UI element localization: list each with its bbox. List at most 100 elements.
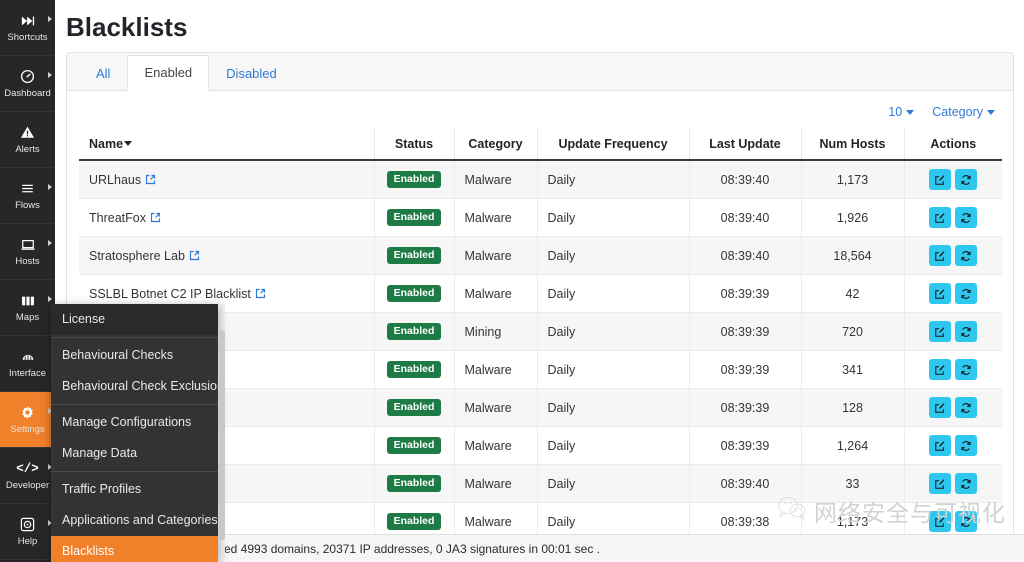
flyout-scrollbar-thumb[interactable] xyxy=(219,330,225,540)
column-header-category[interactable]: Category xyxy=(454,129,538,161)
help-icon xyxy=(20,517,35,533)
sidebar-item-label: Dashboard xyxy=(4,87,51,99)
column-header-label: Update Frequency xyxy=(558,137,668,151)
cell-status: Enabled xyxy=(374,236,455,275)
column-header-name[interactable]: Name xyxy=(79,129,375,161)
cell-update-frequency: Daily xyxy=(537,350,690,389)
refresh-button[interactable] xyxy=(955,473,978,494)
app-window: Shortcuts Dashboard Alerts Flows Hosts Maps In… xyxy=(0,0,1024,562)
refresh-button[interactable] xyxy=(955,169,978,190)
column-header-num-hosts[interactable]: Num Hosts xyxy=(801,129,905,161)
edit-button[interactable] xyxy=(929,511,952,532)
column-header-status[interactable]: Status xyxy=(374,129,455,161)
external-link-icon[interactable] xyxy=(189,250,200,261)
menu-item-behavioural-check-exclusions[interactable]: Behavioural Check Exclusions xyxy=(51,371,218,402)
cell-update-frequency: Daily xyxy=(537,312,690,351)
sidebar-item-label: Maps xyxy=(15,311,40,323)
status-badge: Enabled xyxy=(386,285,442,302)
chevron-right-icon xyxy=(48,16,52,22)
status-badge: Enabled xyxy=(386,361,442,378)
column-header-label: Actions xyxy=(930,137,977,151)
cell-update-frequency: Daily xyxy=(537,236,690,275)
edit-button[interactable] xyxy=(929,321,952,342)
refresh-button[interactable] xyxy=(955,359,978,380)
cell-last-update: 08:39:39 xyxy=(689,274,802,313)
menu-item-manage-data[interactable]: Manage Data xyxy=(51,438,218,469)
sidebar-item-alerts[interactable]: Alerts xyxy=(0,112,55,168)
tab-disabled[interactable]: Disabled xyxy=(209,56,294,91)
page-size-dropdown[interactable]: 10 xyxy=(888,105,915,119)
cell-status: Enabled xyxy=(374,312,455,351)
sidebar-item-developer[interactable]: </> Developer xyxy=(0,448,55,504)
cell-actions xyxy=(904,464,1002,503)
menu-separator xyxy=(51,471,218,472)
category-filter-dropdown[interactable]: Category xyxy=(932,105,995,119)
main-sidebar: Shortcuts Dashboard Alerts Flows Hosts Maps In… xyxy=(0,0,55,562)
sidebar-item-hosts[interactable]: Hosts xyxy=(0,224,55,280)
sidebar-item-label: Hosts xyxy=(15,255,40,267)
sidebar-item-dashboard[interactable]: Dashboard xyxy=(0,56,55,112)
table-row[interactable]: URLhaus Enabled Malware Daily 08:39:40 1,173 xyxy=(79,160,1002,199)
edit-button[interactable] xyxy=(929,473,952,494)
cell-category: Malware xyxy=(454,464,538,503)
tab-enabled[interactable]: Enabled xyxy=(127,55,210,91)
menu-item-traffic-profiles[interactable]: Traffic Profiles xyxy=(51,474,218,505)
cell-num-hosts: 42 xyxy=(801,274,905,313)
edit-button[interactable] xyxy=(929,245,952,266)
cell-category: Malware xyxy=(454,426,538,465)
settings-flyout-menu: License Behavioural Checks Behavioural Che… xyxy=(51,304,218,562)
cell-num-hosts: 18,564 xyxy=(801,236,905,275)
cell-actions xyxy=(904,236,1002,275)
sidebar-item-flows[interactable]: Flows xyxy=(0,168,55,224)
refresh-button[interactable] xyxy=(955,321,978,342)
edit-button[interactable] xyxy=(929,207,952,228)
blacklist-name: Stratosphere Lab xyxy=(89,248,185,263)
column-header-label: Name xyxy=(89,137,124,151)
cell-category: Malware xyxy=(454,388,538,427)
sidebar-item-settings[interactable]: Settings xyxy=(0,392,55,448)
column-header-last-update[interactable]: Last Update xyxy=(689,129,802,161)
edit-button[interactable] xyxy=(929,435,952,456)
column-header-update-frequency[interactable]: Update Frequency xyxy=(537,129,690,161)
refresh-button[interactable] xyxy=(955,435,978,456)
tab-all[interactable]: All xyxy=(79,56,127,91)
blacklist-name: ThreatFox xyxy=(89,210,146,225)
gear-icon xyxy=(20,405,35,421)
sidebar-item-label: Interface xyxy=(9,367,46,379)
column-header-actions[interactable]: Actions xyxy=(904,129,1002,161)
menu-item-blacklists[interactable]: Blacklists xyxy=(51,536,218,562)
external-link-icon[interactable] xyxy=(145,174,156,185)
menu-item-applications-and-categories[interactable]: Applications and Categories xyxy=(51,505,218,536)
refresh-button[interactable] xyxy=(955,207,978,228)
cell-category: Mining xyxy=(454,312,538,351)
cell-update-frequency: Daily xyxy=(537,198,690,237)
refresh-button[interactable] xyxy=(955,511,978,532)
refresh-button[interactable] xyxy=(955,397,978,418)
filter-tabs: All Enabled Disabled xyxy=(79,52,294,91)
category-filter-label: Category xyxy=(932,105,983,119)
table-row[interactable]: Stratosphere Lab Enabled Malware Daily 08:39… xyxy=(79,236,1002,275)
sidebar-item-interface[interactable]: Interface xyxy=(0,336,55,392)
menu-item-manage-configurations[interactable]: Manage Configurations xyxy=(51,407,218,438)
chevron-right-icon xyxy=(48,240,52,246)
sidebar-item-help[interactable]: Help xyxy=(0,504,55,560)
sidebar-item-shortcuts[interactable]: Shortcuts xyxy=(0,0,55,56)
menu-item-license[interactable]: License xyxy=(51,304,218,335)
edit-button[interactable] xyxy=(929,397,952,418)
refresh-button[interactable] xyxy=(955,245,978,266)
external-link-icon[interactable] xyxy=(255,288,266,299)
external-link-icon[interactable] xyxy=(150,212,161,223)
cell-category: Malware xyxy=(454,274,538,313)
blacklist-name: URLhaus xyxy=(89,172,142,187)
edit-button[interactable] xyxy=(929,169,952,190)
cell-last-update: 08:39:39 xyxy=(689,388,802,427)
cell-update-frequency: Daily xyxy=(537,160,690,199)
sidebar-item-maps[interactable]: Maps xyxy=(0,280,55,336)
edit-button[interactable] xyxy=(929,359,952,380)
cell-status: Enabled xyxy=(374,160,455,199)
menu-item-behavioural-checks[interactable]: Behavioural Checks xyxy=(51,340,218,371)
edit-button[interactable] xyxy=(929,283,952,304)
cell-num-hosts: 33 xyxy=(801,464,905,503)
refresh-button[interactable] xyxy=(955,283,978,304)
table-row[interactable]: ThreatFox Enabled Malware Daily 08:39:40 1,92… xyxy=(79,198,1002,237)
